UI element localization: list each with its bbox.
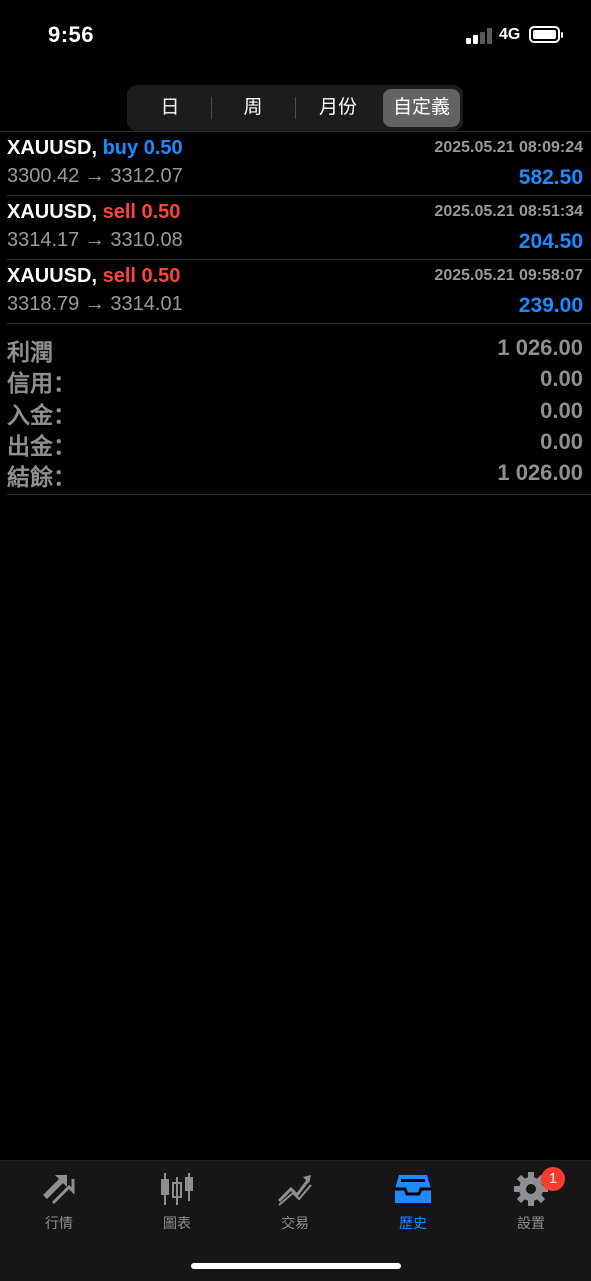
trade-icon (277, 1175, 312, 1206)
deals-list: XAUUSD, buy 0.50 2025.05.21 08:09:24 330… (0, 132, 591, 324)
bottom-tab-bar: 行情 圖表 交易 歷史 1 設置 (0, 1160, 591, 1281)
tab-month[interactable]: 月份 (297, 89, 379, 127)
summary-row-balance: 結餘： 1 026.00 (7, 458, 583, 491)
tab-week[interactable]: 周 (213, 89, 293, 127)
summary-label: 信用： (7, 370, 76, 397)
summary-label: 出金： (7, 432, 76, 459)
summary-value: 1 026.00 (497, 335, 583, 360)
account-summary: 利潤 1 026.00 信用： 0.00 入金： 0.00 出金： 0.00 結… (7, 333, 583, 491)
tab-settings[interactable]: 1 設置 (491, 1167, 571, 1235)
notification-badge: 1 (541, 1167, 565, 1191)
deal-symbol: XAUUSD, (7, 265, 98, 287)
deal-datetime: 2025.05.21 08:09:24 (434, 139, 583, 156)
deal-row[interactable]: XAUUSD, sell 0.50 2025.05.21 09:58:07 33… (7, 260, 591, 324)
deal-profit: 582.50 (518, 166, 583, 189)
status-bar: 9:56 4G (0, 0, 591, 70)
deal-profit: 204.50 (518, 230, 583, 253)
summary-label: 結餘： (7, 464, 76, 491)
deal-datetime: 2025.05.21 08:51:34 (434, 203, 583, 220)
deal-symbol-line: XAUUSD, buy 0.50 (7, 137, 183, 160)
deal-side: buy 0.50 (102, 137, 183, 159)
summary-row-profit: 利潤 1 026.00 (7, 333, 583, 365)
summary-label: 利潤 (7, 339, 53, 365)
segment-divider (211, 97, 212, 119)
cellular-signal-icon (466, 28, 494, 44)
tab-label: 設置 (517, 1215, 545, 1231)
deal-prices: 3314.17 → 3310.08 (7, 229, 183, 251)
deal-datetime: 2025.05.21 09:58:07 (434, 267, 583, 284)
period-segmented-control: 日 周 月份 自定義 (127, 85, 463, 131)
deal-row[interactable]: XAUUSD, sell 0.50 2025.05.21 08:51:34 33… (7, 196, 591, 260)
tab-label: 行情 (45, 1215, 73, 1231)
deal-side: sell 0.50 (102, 201, 181, 223)
tab-label: 歷史 (399, 1215, 427, 1231)
summary-row-withdrawal: 出金： 0.00 (7, 427, 583, 459)
deal-side: sell 0.50 (102, 265, 181, 287)
deal-symbol: XAUUSD, (7, 201, 98, 223)
tab-label: 圖表 (163, 1215, 191, 1231)
summary-value: 0.00 (540, 397, 583, 423)
deal-prices: 3300.42 → 3312.07 (7, 165, 183, 187)
summary-row-deposit: 入金： 0.00 (7, 396, 583, 428)
status-time: 9:56 (48, 22, 95, 47)
tab-history[interactable]: 歷史 (373, 1171, 453, 1235)
summary-row-credit: 信用： 0.00 (7, 364, 583, 397)
summary-label: 入金： (7, 401, 76, 428)
deal-prices: 3318.79 → 3314.01 (7, 293, 183, 315)
deal-symbol-line: XAUUSD, sell 0.50 (7, 201, 180, 224)
chart-icon (161, 1173, 193, 1205)
summary-value: 0.00 (540, 428, 583, 454)
home-indicator[interactable] (191, 1263, 401, 1269)
deal-row[interactable]: XAUUSD, buy 0.50 2025.05.21 08:09:24 330… (7, 132, 591, 196)
tab-trade[interactable]: 交易 (255, 1171, 335, 1235)
quotes-icon (43, 1175, 75, 1205)
segment-divider (295, 97, 296, 119)
summary-value: 1 026.00 (497, 460, 583, 486)
tab-label: 交易 (281, 1215, 309, 1231)
deal-symbol-line: XAUUSD, sell 0.50 (7, 265, 180, 288)
tab-custom[interactable]: 自定義 (383, 89, 460, 127)
summary-value: 0.00 (540, 366, 583, 392)
history-icon (395, 1175, 431, 1203)
network-type: 4G (499, 26, 521, 43)
divider (7, 494, 591, 495)
tab-chart[interactable]: 圖表 (137, 1171, 217, 1235)
deal-profit: 239.00 (518, 294, 583, 317)
tab-day[interactable]: 日 (131, 89, 209, 127)
battery-icon (529, 26, 563, 43)
tab-quotes[interactable]: 行情 (19, 1171, 99, 1235)
deal-symbol: XAUUSD, (7, 137, 98, 159)
